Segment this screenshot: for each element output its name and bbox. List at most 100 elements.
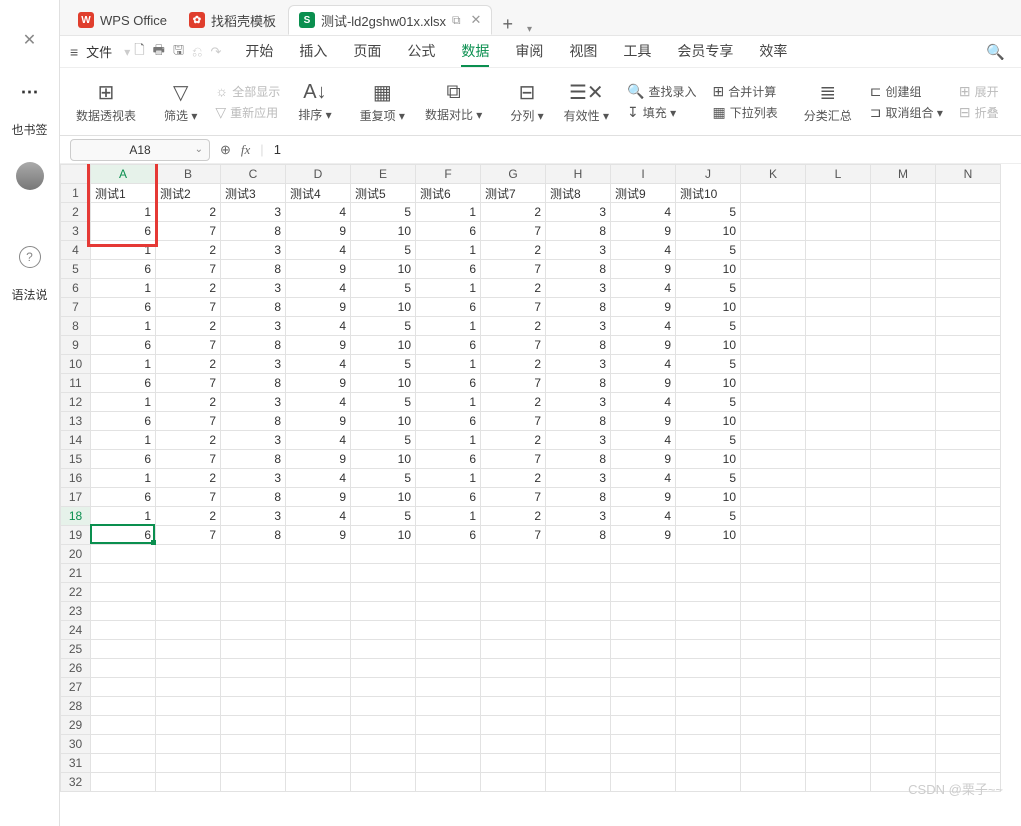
cell[interactable] (156, 545, 221, 564)
cell[interactable] (871, 203, 936, 222)
cell[interactable] (546, 754, 611, 773)
cell[interactable]: 2 (156, 393, 221, 412)
cell[interactable]: 3 (546, 469, 611, 488)
cell[interactable]: 7 (156, 222, 221, 241)
cell[interactable] (156, 621, 221, 640)
cell[interactable] (156, 697, 221, 716)
validity-button[interactable]: ☰✕ 有效性 ▾ (554, 68, 619, 135)
cell[interactable] (806, 412, 871, 431)
cell[interactable] (936, 184, 1001, 203)
cell[interactable] (936, 602, 1001, 621)
qat-icon[interactable]: ↷ (210, 44, 221, 60)
cell[interactable]: 10 (351, 298, 416, 317)
cell[interactable] (611, 583, 676, 602)
cell[interactable] (936, 621, 1001, 640)
row-header[interactable]: 14 (61, 431, 91, 450)
cell[interactable] (416, 640, 481, 659)
cell[interactable] (741, 412, 806, 431)
cell[interactable] (741, 355, 806, 374)
ribbon-tab[interactable]: 公式 (407, 37, 435, 67)
cell[interactable]: 10 (676, 526, 741, 545)
row-header[interactable]: 24 (61, 621, 91, 640)
cell[interactable]: 4 (611, 469, 676, 488)
cell[interactable]: 1 (91, 431, 156, 450)
cell[interactable]: 1 (416, 355, 481, 374)
cell[interactable]: 5 (676, 317, 741, 336)
column-header[interactable]: G (481, 165, 546, 184)
cell[interactable] (936, 393, 1001, 412)
file-menu[interactable]: 文件 (86, 42, 112, 61)
cell[interactable] (871, 735, 936, 754)
cell[interactable]: 2 (481, 469, 546, 488)
help-icon[interactable]: ? (19, 246, 41, 268)
cell[interactable] (351, 678, 416, 697)
cell[interactable] (741, 678, 806, 697)
column-header[interactable]: A (91, 165, 156, 184)
duplicate-button[interactable]: ▦ 重复项 ▾ (350, 68, 415, 135)
cell[interactable] (676, 621, 741, 640)
cell[interactable] (936, 317, 1001, 336)
cell[interactable]: 3 (221, 203, 286, 222)
cell[interactable]: 2 (481, 203, 546, 222)
cell[interactable]: 4 (611, 355, 676, 374)
cell[interactable] (91, 697, 156, 716)
cell[interactable]: 6 (416, 336, 481, 355)
column-header[interactable]: D (286, 165, 351, 184)
spreadsheet-grid[interactable]: ABCDEFGHIJKLMN1测试1测试2测试3测试4测试5测试6测试7测试8测… (60, 164, 1021, 826)
cell[interactable] (416, 659, 481, 678)
tab-dropdown-icon[interactable]: ▾ (523, 24, 536, 35)
cell[interactable] (611, 697, 676, 716)
cell[interactable]: 1 (91, 507, 156, 526)
cell[interactable] (741, 716, 806, 735)
row-header[interactable]: 16 (61, 469, 91, 488)
cell[interactable] (936, 716, 1001, 735)
cell[interactable]: 6 (416, 450, 481, 469)
cell[interactable] (221, 640, 286, 659)
cell[interactable]: 3 (546, 393, 611, 412)
row-header[interactable]: 18 (61, 507, 91, 526)
cell[interactable]: 2 (156, 279, 221, 298)
cell[interactable] (481, 640, 546, 659)
cell[interactable] (351, 659, 416, 678)
cell[interactable]: 6 (416, 488, 481, 507)
cell[interactable]: 2 (156, 317, 221, 336)
create-group-button[interactable]: ⊏创建组 (870, 83, 922, 100)
cell[interactable]: 4 (286, 203, 351, 222)
cell[interactable]: 9 (286, 526, 351, 545)
cell[interactable] (871, 431, 936, 450)
cell[interactable] (676, 735, 741, 754)
cell[interactable] (871, 697, 936, 716)
cell[interactable] (481, 754, 546, 773)
cell[interactable] (676, 545, 741, 564)
cell[interactable]: 10 (676, 336, 741, 355)
cell[interactable]: 6 (91, 298, 156, 317)
column-header[interactable]: F (416, 165, 481, 184)
cell[interactable] (546, 716, 611, 735)
cell[interactable]: 8 (546, 526, 611, 545)
cell[interactable]: 3 (546, 241, 611, 260)
cell[interactable]: 1 (91, 355, 156, 374)
cell[interactable]: 8 (546, 374, 611, 393)
row-header[interactable]: 28 (61, 697, 91, 716)
name-box[interactable]: A18 ⌄ (70, 139, 210, 161)
ribbon-tab[interactable]: 视图 (569, 37, 597, 67)
document-tab[interactable]: WWPS Office (68, 5, 177, 35)
cell[interactable] (741, 697, 806, 716)
cell[interactable] (806, 336, 871, 355)
cell[interactable] (936, 640, 1001, 659)
row-header[interactable]: 31 (61, 754, 91, 773)
cell[interactable]: 1 (416, 317, 481, 336)
cell[interactable] (741, 564, 806, 583)
row-header[interactable]: 15 (61, 450, 91, 469)
cell[interactable] (741, 621, 806, 640)
cell[interactable] (156, 659, 221, 678)
cell[interactable]: 8 (546, 222, 611, 241)
cell[interactable] (676, 773, 741, 792)
cell[interactable]: 5 (676, 393, 741, 412)
search-icon[interactable]: 🔍 (986, 43, 1005, 61)
dropdown-list-button[interactable]: ▦下拉列表 (712, 104, 777, 121)
cell[interactable]: 9 (286, 298, 351, 317)
cell[interactable]: 3 (221, 393, 286, 412)
cell[interactable]: 6 (91, 488, 156, 507)
cell[interactable]: 7 (481, 526, 546, 545)
